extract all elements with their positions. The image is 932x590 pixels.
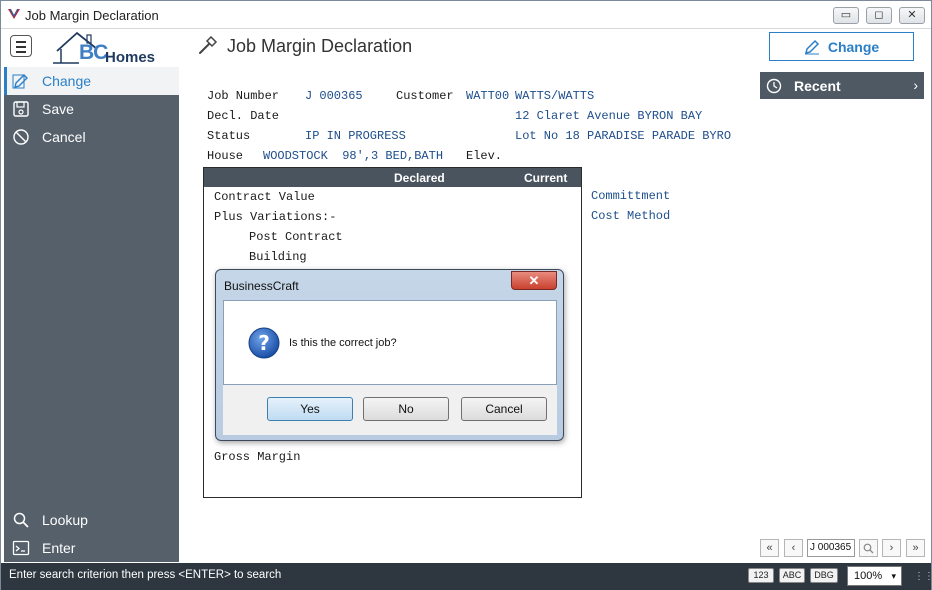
sidebar-item-enter[interactable]: Enter	[4, 534, 179, 562]
logo-bc-text: BC	[79, 41, 108, 64]
search-icon	[13, 512, 29, 528]
chevron-down-icon: ▾	[891, 571, 896, 581]
window-title: Job Margin Declaration	[25, 8, 159, 23]
app-logo-icon	[8, 8, 20, 19]
company-logo: BC Homes	[51, 29, 171, 67]
resize-grip-icon[interactable]: ⋮⋮	[914, 571, 932, 582]
customer-label: Customer	[396, 89, 454, 103]
app-window: Job Margin Declaration ▭ ◻ ✕ BC Homes Jo…	[0, 0, 932, 590]
hammer-icon	[199, 36, 218, 54]
house-label: House	[207, 149, 244, 163]
building-label: Building	[249, 250, 307, 264]
cost-method-label: Cost Method	[591, 209, 671, 223]
gross-margin-label: Gross Margin	[214, 450, 301, 464]
sidebar-item-label: Lookup	[42, 512, 88, 528]
cancel-icon	[13, 129, 29, 145]
first-record-button[interactable]: «	[760, 539, 779, 557]
change-button-label: Change	[827, 38, 880, 55]
sidebar-item-change[interactable]: Change	[4, 67, 179, 95]
sidebar-item-cancel[interactable]: Cancel	[4, 123, 179, 151]
status-bar: Enter search criterion then press <ENTER…	[1, 563, 932, 590]
current-column-header: Current	[524, 171, 568, 185]
previous-record-button[interactable]: ‹	[784, 539, 803, 557]
status-value: IP IN PROGRESS	[305, 129, 406, 143]
clock-icon	[766, 78, 782, 93]
svg-text:?: ?	[258, 331, 270, 355]
numeric-mode-badge[interactable]: 123	[748, 568, 774, 583]
address-line-2: Lot No 18 PARADISE PARADE BYRO	[515, 129, 732, 143]
dialog-message: Is this the correct job?	[289, 337, 397, 349]
dialog-cancel-button[interactable]: Cancel	[461, 397, 547, 421]
menu-line	[16, 51, 26, 53]
declared-column-header: Declared	[394, 171, 445, 185]
panel-header: Declared Current	[204, 168, 581, 187]
job-number-label: Job Number	[207, 89, 280, 103]
close-window-button[interactable]: ✕	[899, 7, 925, 24]
sidebar-item-label: Cancel	[42, 129, 86, 145]
minimize-button[interactable]: ▭	[833, 7, 859, 24]
title-bar: Job Margin Declaration ▭ ◻ ✕	[1, 1, 931, 29]
sidebar-item-lookup[interactable]: Lookup	[4, 506, 179, 534]
elev-label: Elev.	[466, 149, 503, 163]
commitment-label: Committment	[591, 189, 671, 203]
hamburger-menu-button[interactable]	[10, 35, 32, 57]
menu-line	[16, 41, 26, 43]
logo-homes-text: Homes	[105, 49, 156, 66]
recent-label: Recent	[794, 77, 841, 94]
post-contract-label: Post Contract	[249, 230, 343, 244]
house-value: WOODSTOCK 98',3 BED,BATH	[263, 149, 444, 163]
edit-icon	[12, 74, 28, 89]
sidebar-item-save[interactable]: Save	[4, 95, 179, 123]
record-key-input[interactable]: J 000365	[807, 539, 855, 557]
alpha-mode-badge[interactable]: ABC	[779, 568, 805, 583]
status-label: Status	[207, 129, 251, 143]
menu-line	[16, 46, 26, 48]
yes-button[interactable]: Yes	[267, 397, 353, 421]
customer-name-value: WATTS/WATTS	[515, 89, 595, 103]
job-number-value[interactable]: J 000365	[305, 89, 363, 103]
terminal-icon	[12, 540, 30, 556]
zoom-value: 100%	[854, 570, 883, 582]
address-line-1: 12 Claret Avenue BYRON BAY	[515, 109, 703, 123]
last-record-button[interactable]: »	[906, 539, 925, 557]
status-message: Enter search criterion then press <ENTER…	[9, 569, 282, 581]
no-button[interactable]: No	[363, 397, 449, 421]
confirm-dialog: BusinessCraft ✕ ? Is this the correct jo…	[215, 269, 564, 441]
dialog-body: ? Is this the correct job?	[223, 300, 557, 385]
maximize-button[interactable]: ◻	[866, 7, 892, 24]
chevron-right-icon: ›	[913, 77, 918, 93]
recent-panel-toggle[interactable]: Recent ›	[760, 72, 924, 99]
dialog-title: BusinessCraft	[224, 279, 299, 293]
sidebar: Change Save Cancel Lookup Enter	[4, 67, 179, 562]
decl-date-label: Decl. Date	[207, 109, 280, 123]
plus-variations-label: Plus Variations:-	[214, 210, 337, 224]
sidebar-item-label: Change	[42, 73, 92, 89]
save-icon	[13, 101, 29, 117]
page-title: Job Margin Declaration	[227, 36, 413, 56]
search-icon	[863, 543, 874, 554]
sidebar-item-label: Save	[42, 101, 74, 117]
zoom-select[interactable]: 100% ▾	[847, 566, 902, 586]
edit-icon	[804, 39, 819, 54]
sidebar-item-label: Enter	[42, 540, 76, 556]
change-button[interactable]: Change	[769, 32, 914, 61]
debug-mode-badge[interactable]: DBG	[810, 568, 838, 583]
dialog-footer: Yes No Cancel	[223, 385, 557, 435]
dialog-close-button[interactable]: ✕	[511, 271, 557, 290]
customer-code-value[interactable]: WATT00	[466, 89, 509, 103]
contract-value-label: Contract Value	[214, 190, 315, 204]
next-record-button[interactable]: ›	[882, 539, 901, 557]
search-record-button[interactable]	[859, 539, 878, 557]
question-icon: ?	[248, 327, 280, 359]
